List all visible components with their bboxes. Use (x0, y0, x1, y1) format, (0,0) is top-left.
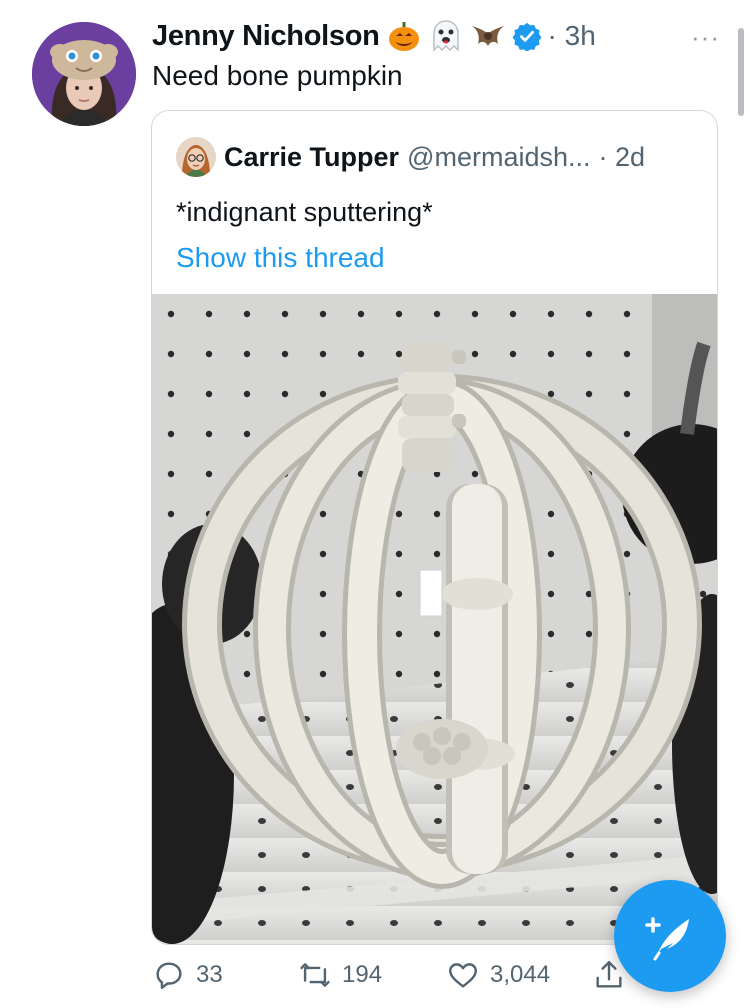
author-avatar[interactable] (32, 22, 136, 126)
reply-button[interactable]: 33 (152, 958, 223, 992)
compose-feather-icon (645, 917, 689, 961)
retweet-icon (298, 958, 332, 992)
verified-badge-icon (512, 21, 542, 51)
tweet-text: Need bone pumpkin (152, 60, 403, 91)
quote-text: *indignant sputtering* (176, 197, 433, 227)
quote-tweet-card[interactable]: Carrie Tupper @mermaidsh... · 2d *indign… (151, 110, 718, 945)
pumpkin-emoji-icon (386, 18, 422, 54)
quote-media-image[interactable] (152, 294, 717, 944)
author-name[interactable]: Jenny Nicholson (152, 20, 380, 53)
quote-timestamp: · 2d (598, 141, 646, 172)
compose-tweet-button[interactable] (614, 880, 726, 992)
bone-pumpkin-photo (152, 294, 717, 944)
author-avatar-image (32, 22, 136, 126)
reply-icon (152, 958, 186, 992)
tweet-header: Jenny Nicholson · 3h (152, 16, 596, 56)
tweet-timestamp[interactable]: · 3h (548, 20, 596, 52)
quote-author-name: Carrie Tupper (224, 141, 400, 172)
like-button[interactable]: 3,044 (446, 958, 550, 992)
quote-author-handle: @mermaidsh... (407, 141, 591, 172)
retweet-count: 194 (342, 961, 383, 988)
ghost-emoji-icon (428, 18, 464, 54)
more-options-icon[interactable]: ··· (691, 22, 720, 53)
scrollbar[interactable] (738, 28, 744, 116)
heart-icon (446, 958, 480, 992)
quote-header: Carrie Tupper @mermaidsh... · 2d (176, 135, 645, 179)
reply-count: 33 (196, 961, 223, 988)
like-count: 3,044 (490, 961, 551, 988)
bat-emoji-icon (470, 18, 506, 54)
retweet-button[interactable]: 194 (298, 958, 382, 992)
tweet: Jenny Nicholson · 3h ··· Need bone pumpk… (0, 0, 750, 1008)
show-thread-link[interactable]: Show this thread (176, 241, 385, 275)
quote-author-avatar (176, 137, 216, 177)
